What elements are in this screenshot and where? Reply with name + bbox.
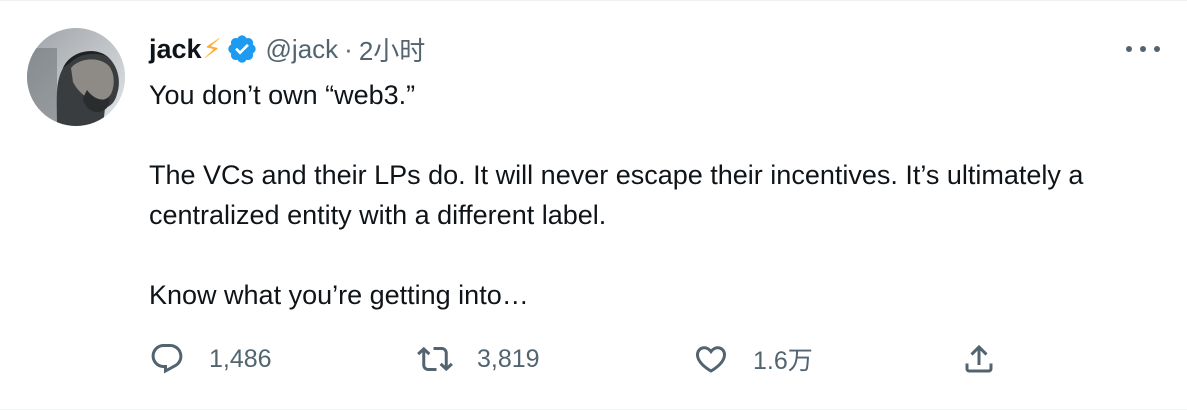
- more-dot-icon: [1154, 46, 1160, 52]
- more-dot-icon: [1140, 46, 1146, 52]
- tweet-paragraph: Know what you’re getting into…: [149, 280, 529, 310]
- like-button[interactable]: 1.6万: [693, 337, 813, 381]
- reply-icon: [151, 344, 183, 374]
- retweet-icon: [417, 346, 453, 372]
- tweet[interactable]: jack ⚡ @jack · 2小时 You don’t own “web3.”…: [0, 0, 1187, 410]
- user-handle[interactable]: @jack: [266, 34, 339, 65]
- avatar[interactable]: [27, 28, 125, 126]
- reply-button[interactable]: 1,486: [149, 337, 272, 381]
- more-options-button[interactable]: [1126, 37, 1160, 61]
- verified-badge-icon: [227, 35, 256, 63]
- separator-dot: ·: [344, 33, 353, 64]
- tweet-text: You don’t own “web3.” The VCs and their …: [149, 75, 1109, 315]
- timestamp[interactable]: 2小时: [359, 31, 425, 68]
- share-icon: [965, 344, 993, 373]
- reply-count: 1,486: [209, 344, 272, 373]
- share-button[interactable]: [961, 337, 997, 381]
- like-count: 1.6万: [753, 347, 813, 375]
- heart-icon: [695, 346, 727, 373]
- display-name[interactable]: jack: [149, 34, 202, 65]
- more-dot-icon: [1126, 46, 1132, 52]
- lightning-emoji-icon: ⚡: [202, 33, 222, 64]
- retweet-button[interactable]: 3,819: [417, 337, 540, 381]
- tweet-header: jack ⚡ @jack · 2小时: [149, 29, 425, 69]
- tweet-paragraph: You don’t own “web3.”: [149, 80, 416, 110]
- avatar-photo: [27, 28, 125, 126]
- retweet-count: 3,819: [477, 344, 540, 373]
- tweet-paragraph: The VCs and their LPs do. It will never …: [149, 160, 1084, 230]
- tweet-actions: 1,486 3,819 1.6万: [149, 337, 1109, 381]
